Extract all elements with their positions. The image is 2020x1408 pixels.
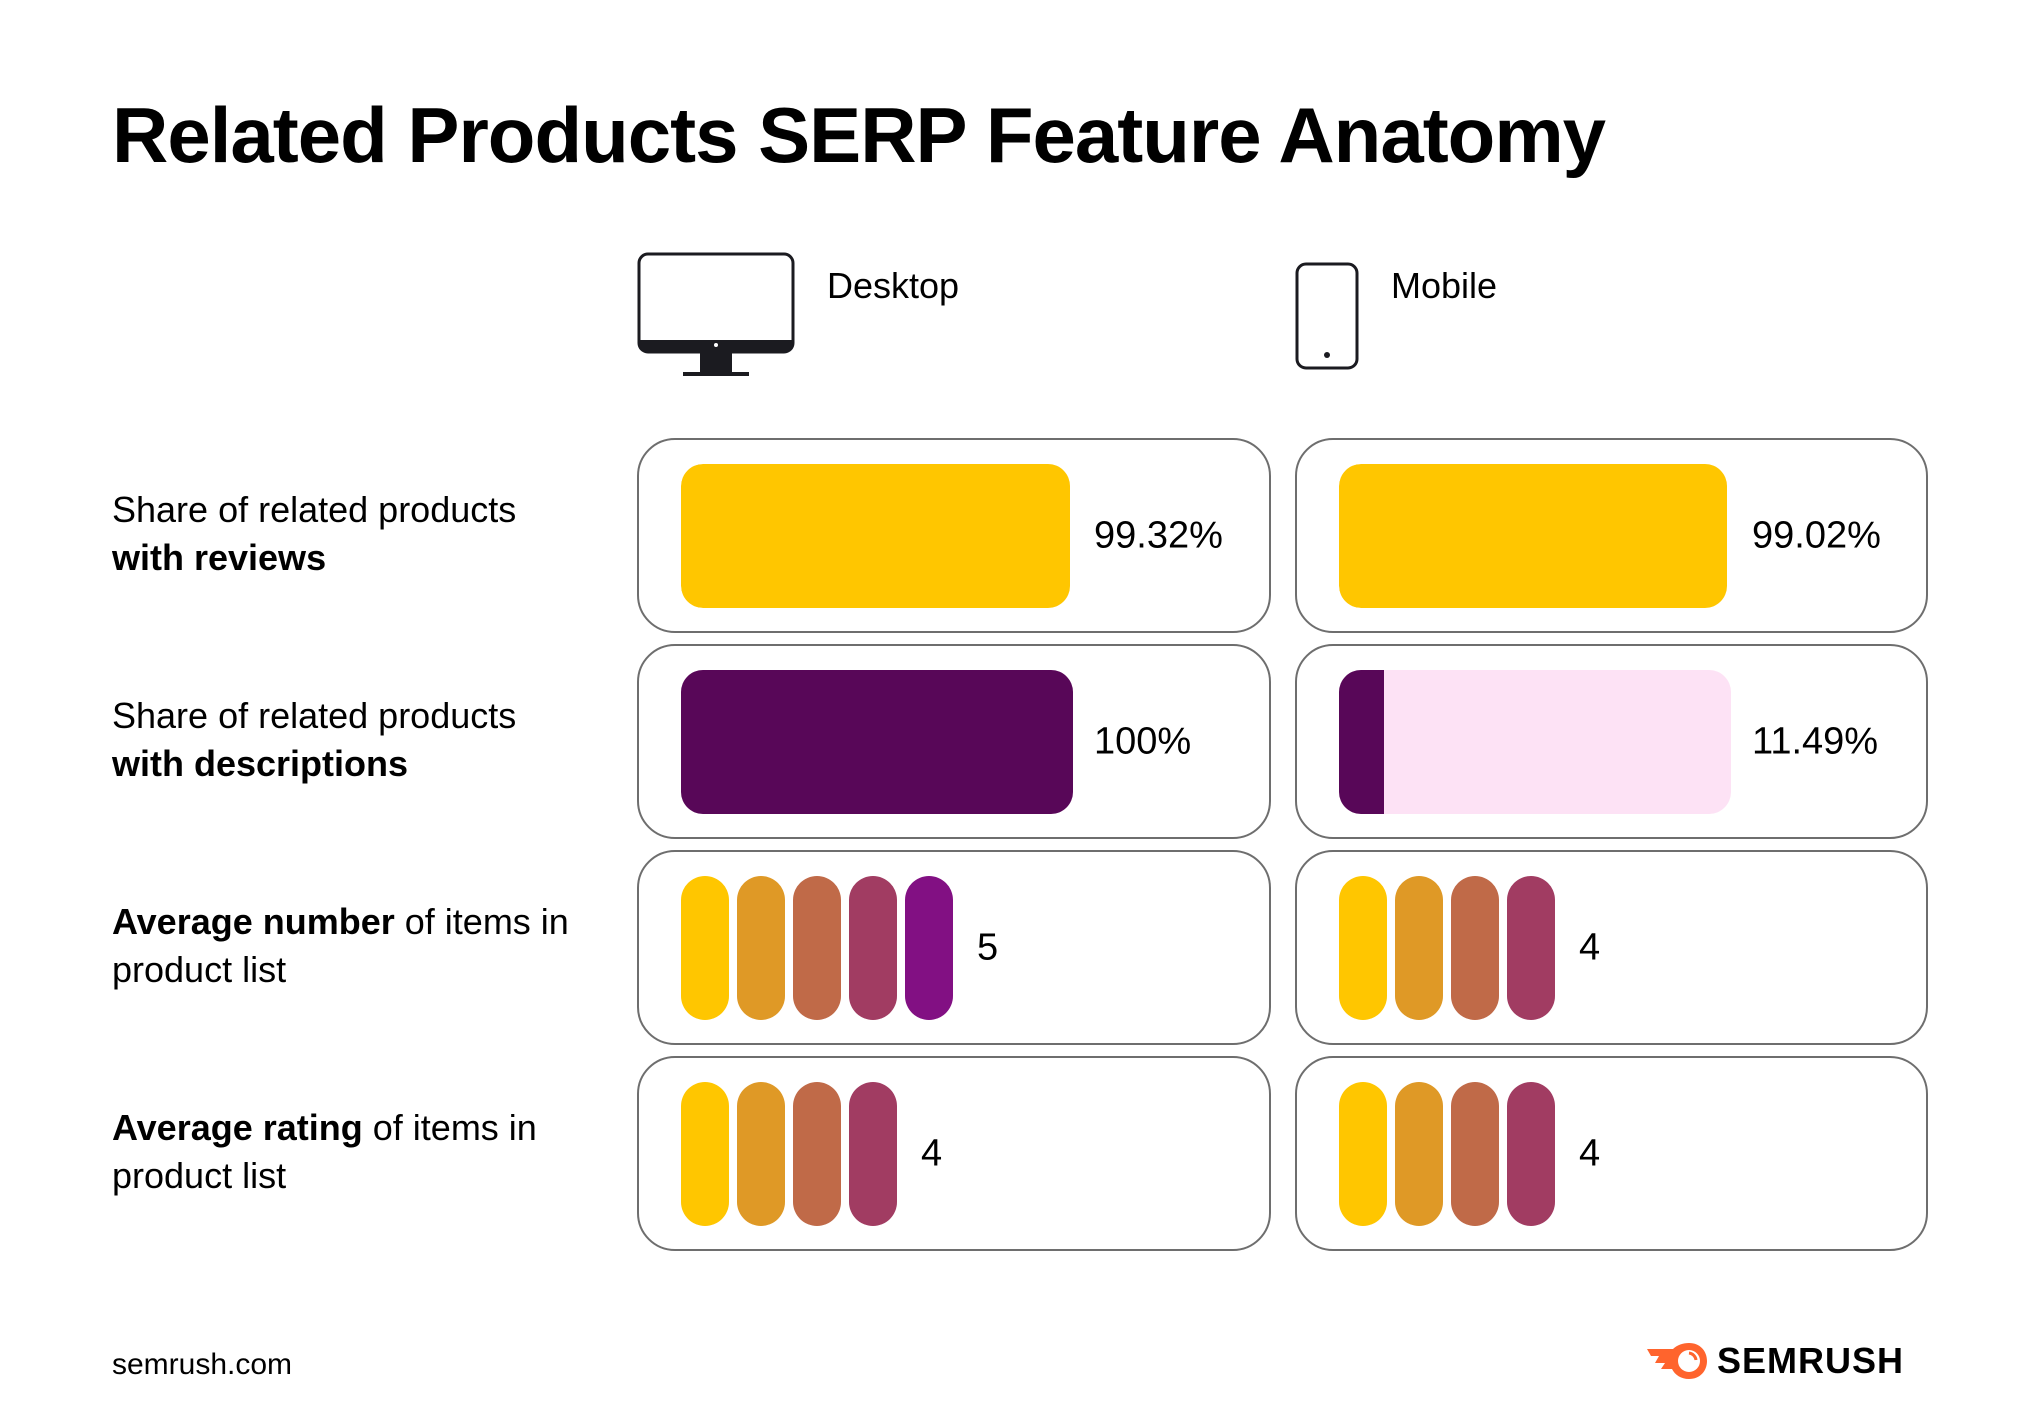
row-label-text: Share of related products — [112, 489, 517, 530]
pill-mark — [1339, 876, 1387, 1020]
pill-mark — [1395, 876, 1443, 1020]
card-mobile-avg-rating: 4 — [1295, 1056, 1928, 1251]
pill-mark — [905, 876, 953, 1020]
bar-track — [681, 670, 1073, 814]
value-label: 4 — [921, 1132, 943, 1174]
row-label-bold: with descriptions — [112, 743, 409, 784]
desktop-column-header: Desktop — [637, 252, 959, 378]
value-label: 4 — [1579, 1132, 1601, 1174]
pill-mark — [849, 876, 897, 1020]
semrush-fireball-icon — [1647, 1343, 1707, 1379]
footer-url: semrush.com — [112, 1348, 293, 1381]
bar-track — [1339, 464, 1731, 608]
row-label-bold: Average rating — [112, 1107, 363, 1148]
mobile-phone-icon — [1295, 262, 1359, 370]
value-label: 5 — [977, 926, 999, 968]
row-label-number: Average number of items in product list — [112, 898, 582, 994]
bar-fill-mobile-descriptions — [1339, 670, 1385, 814]
pill-mark — [793, 1082, 841, 1226]
card-desktop-avg-rating: 4 — [637, 1056, 1271, 1251]
pill-mark — [1339, 1082, 1387, 1226]
desktop-monitor-icon — [637, 252, 795, 376]
value-label: 100% — [1094, 720, 1192, 762]
semrush-wordmark: SEMRUSH — [1717, 1340, 1905, 1381]
value-label: 11.49% — [1752, 720, 1879, 762]
pill-mark — [1507, 1082, 1555, 1226]
bar-fill-desktop-reviews — [681, 464, 1071, 608]
pill-mark — [1451, 1082, 1499, 1226]
row-label-rating: Average rating of items in product list — [112, 1104, 582, 1200]
pill-group — [681, 876, 953, 1020]
pill-mark — [793, 876, 841, 1020]
desktop-label: Desktop — [827, 265, 960, 306]
pill-mark — [737, 876, 785, 1020]
row-label-bold: with reviews — [112, 537, 327, 578]
mobile-column-header: Mobile — [1295, 262, 1497, 370]
bar-track — [681, 464, 1073, 608]
pill-mark — [1507, 876, 1555, 1020]
value-label: 99.32% — [1094, 514, 1223, 556]
bar-track — [1339, 670, 1731, 814]
row-label-bold: Average number — [112, 901, 395, 942]
row-label-text: Share of related products — [112, 695, 517, 736]
value-label: 4 — [1579, 926, 1601, 968]
row-label-reviews: Share of related products with reviews — [112, 486, 582, 582]
page-title: Related Products SERP Feature Anatomy — [112, 91, 1606, 179]
card-mobile-descriptions: 11.49% — [1295, 644, 1928, 839]
pill-group — [1339, 876, 1555, 1020]
card-desktop-reviews: 99.32% — [637, 438, 1271, 633]
pill-mark — [737, 1082, 785, 1226]
card-desktop-descriptions: 100% — [637, 644, 1271, 839]
pill-group — [1339, 1082, 1555, 1226]
pill-mark — [681, 1082, 729, 1226]
card-mobile-avg-number: 4 — [1295, 850, 1928, 1045]
pill-mark — [1395, 1082, 1443, 1226]
pill-mark — [681, 876, 729, 1020]
pill-mark — [849, 1082, 897, 1226]
bar-fill-mobile-reviews — [1339, 464, 1728, 608]
row-label-descriptions: Share of related products with descripti… — [112, 692, 582, 788]
bar-fill-desktop-descriptions — [681, 670, 1073, 814]
pill-group — [681, 1082, 897, 1226]
pill-mark — [1451, 876, 1499, 1020]
semrush-logo: SEMRUSH — [1643, 1340, 1904, 1382]
card-mobile-reviews: 99.02% — [1295, 438, 1928, 633]
mobile-label: Mobile — [1391, 265, 1498, 306]
card-desktop-avg-number: 5 — [637, 850, 1271, 1045]
value-label: 99.02% — [1752, 514, 1881, 556]
